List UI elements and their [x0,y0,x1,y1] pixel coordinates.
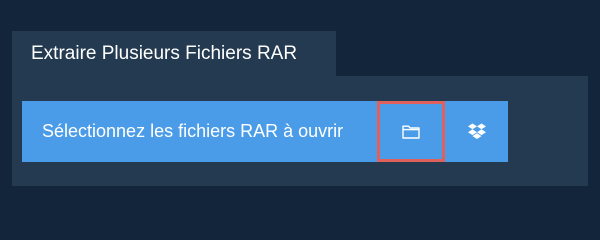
dropbox-button[interactable] [445,101,508,162]
tab-label: Extraire Plusieurs Fichiers RAR [31,43,298,64]
upload-panel: Sélectionnez les fichiers RAR à ouvrir [12,76,588,186]
dropbox-icon [467,123,486,140]
select-rar-files-button[interactable]: Sélectionnez les fichiers RAR à ouvrir [22,101,377,162]
folder-icon [402,124,420,139]
browse-folder-button[interactable] [377,101,445,162]
select-rar-files-label: Sélectionnez les fichiers RAR à ouvrir [42,121,344,141]
tab-extract-multiple-rar[interactable]: Extraire Plusieurs Fichiers RAR [12,31,336,76]
